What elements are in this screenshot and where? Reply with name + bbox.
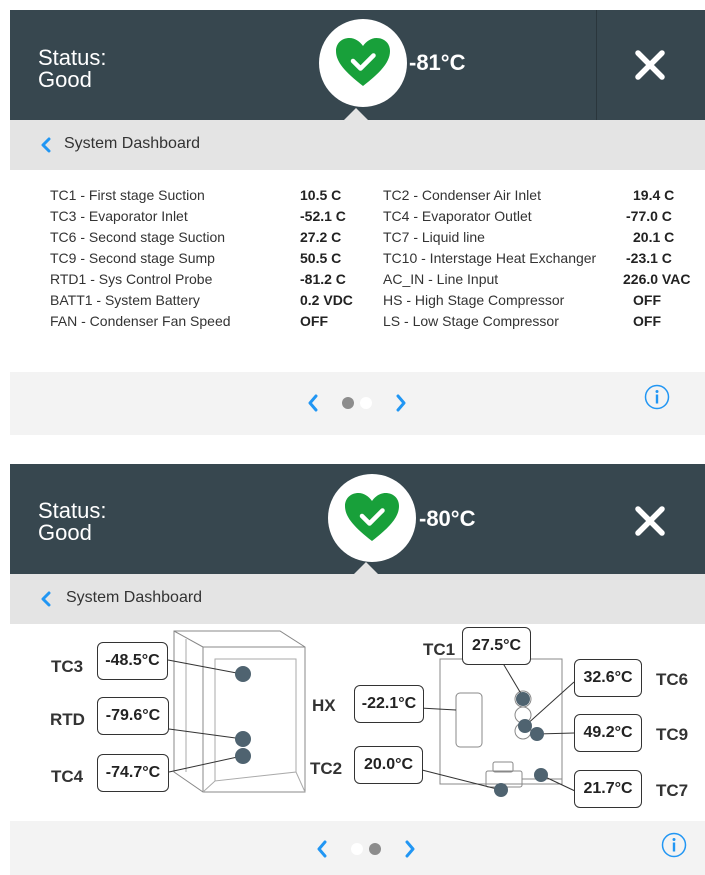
sensor-label-tc7: TC7 — [656, 781, 689, 800]
current-temperature: -80°C — [419, 506, 476, 531]
sensor-value-hx: -22.1°C — [354, 685, 424, 723]
reading-label: LS - Low Stage Compressor — [383, 313, 559, 329]
reading-label: FAN - Condenser Fan Speed — [50, 313, 231, 329]
reading-label: TC3 - Evaporator Inlet — [50, 208, 188, 224]
sensor-label-tc1: TC1 — [423, 640, 456, 659]
dashboard-screen-diagram: Status: Good -80°C System Dashboard TC3 … — [10, 464, 705, 875]
status-header: Status: Good -80°C — [10, 464, 705, 574]
reading-value: -23.1 C — [626, 250, 672, 266]
status-value: Good — [38, 520, 92, 545]
sensor-label-tc9: TC9 — [656, 725, 689, 744]
reading-label: TC2 - Condenser Air Inlet — [383, 187, 541, 203]
prev-page-icon[interactable] — [307, 394, 319, 412]
reading-label: TC1 - First stage Suction — [50, 187, 205, 203]
system-diagram: TC3 -48.5°C RTD -79.6°C TC4 -74.7°C TC1 … — [10, 624, 705, 821]
reading-label: AC_IN - Line Input — [383, 271, 499, 287]
reading-label: BATT1 - System Battery — [50, 292, 200, 308]
breadcrumb-bar: System Dashboard — [10, 574, 705, 624]
status-value: Good — [38, 67, 92, 92]
reading-label: TC9 - Second stage Sump — [50, 250, 215, 266]
close-icon — [635, 50, 665, 80]
status-block: Status: Good — [38, 500, 106, 544]
sensor-label-hx: HX — [312, 696, 336, 715]
reading-label: TC4 - Evaporator Outlet — [383, 208, 532, 224]
pager-footer — [10, 821, 705, 875]
reading-value: -52.1 C — [300, 208, 346, 224]
sensor-label-rtd: RTD — [50, 710, 85, 729]
page-dot-2[interactable] — [360, 397, 372, 409]
breadcrumb-bar: System Dashboard — [10, 120, 705, 170]
sensor-label-tc3: TC3 — [51, 657, 84, 676]
reading-label: TC7 - Liquid line — [383, 229, 485, 245]
breadcrumb-system-dashboard[interactable]: System Dashboard — [66, 589, 202, 607]
sensor-value-tc1: 27.5°C — [462, 627, 531, 665]
status-indicator — [328, 474, 416, 562]
sensor-label-tc2: TC2 — [310, 759, 343, 778]
close-icon — [635, 506, 665, 536]
info-icon[interactable] — [644, 384, 670, 410]
header-pointer — [354, 562, 378, 574]
page-dot-1[interactable] — [351, 843, 363, 855]
close-button[interactable] — [630, 45, 670, 85]
reading-value: 20.1 C — [633, 229, 675, 245]
header-pointer — [344, 108, 368, 120]
reading-value: OFF — [633, 313, 661, 329]
status-header: Status: Good -81°C — [10, 10, 705, 120]
reading-value: 50.5 C — [300, 250, 342, 266]
reading-label: TC6 - Second stage Suction — [50, 229, 226, 245]
heart-check-icon — [345, 493, 399, 541]
header-divider — [596, 10, 597, 120]
reading-value: 10.5 C — [300, 187, 342, 203]
reading-value: 0.2 VDC — [300, 292, 353, 308]
status-block: Status: Good — [38, 47, 106, 91]
sensor-value-tc6: 32.6°C — [574, 659, 642, 697]
breadcrumb-system-dashboard[interactable]: System Dashboard — [64, 135, 200, 153]
sensor-label-tc4: TC4 — [51, 767, 84, 786]
current-temperature: -81°C — [409, 50, 466, 75]
page-dot-2[interactable] — [369, 843, 381, 855]
back-chevron-icon[interactable] — [40, 137, 52, 153]
readings-table: TC1 - First stage Suction TC3 - Evaporat… — [10, 170, 705, 367]
reading-label: TC10 - Interstage Heat Exchanger — [383, 250, 597, 266]
next-page-icon[interactable] — [404, 840, 416, 858]
reading-value: -77.0 C — [626, 208, 672, 224]
condenser-unit — [439, 658, 563, 788]
reading-value: 226.0 VAC — [623, 271, 691, 287]
sensor-value-tc3: -48.5°C — [97, 642, 168, 680]
status-indicator — [319, 19, 407, 107]
dashboard-screen-readings: Status: Good -81°C System Dashboard TC1 … — [10, 10, 705, 435]
close-button[interactable] — [630, 501, 670, 541]
reading-label: HS - High Stage Compressor — [383, 292, 565, 308]
sensor-value-tc7: 21.7°C — [574, 770, 642, 808]
heart-check-icon — [336, 38, 390, 86]
reading-label: RTD1 - Sys Control Probe — [50, 271, 213, 287]
reading-value: OFF — [300, 313, 328, 329]
reading-value: -81.2 C — [300, 271, 346, 287]
sensor-value-tc4: -74.7°C — [97, 754, 169, 792]
pager-footer — [10, 372, 705, 435]
sensor-value-tc9: 49.2°C — [574, 714, 642, 752]
reading-value: 19.4 C — [633, 187, 675, 203]
info-icon[interactable] — [661, 832, 687, 858]
sensor-value-tc2: 20.0°C — [354, 746, 423, 784]
status-label: Status: — [38, 498, 107, 523]
reading-value: 27.2 C — [300, 229, 342, 245]
sensor-label-tc6: TC6 — [656, 670, 689, 689]
reading-value: OFF — [633, 292, 661, 308]
next-page-icon[interactable] — [395, 394, 407, 412]
freezer-cabinet — [173, 630, 306, 793]
status-label: Status: — [38, 45, 107, 70]
back-chevron-icon[interactable] — [40, 591, 52, 607]
prev-page-icon[interactable] — [316, 840, 328, 858]
sensor-value-rtd: -79.6°C — [97, 697, 169, 735]
page-dot-1[interactable] — [342, 397, 354, 409]
